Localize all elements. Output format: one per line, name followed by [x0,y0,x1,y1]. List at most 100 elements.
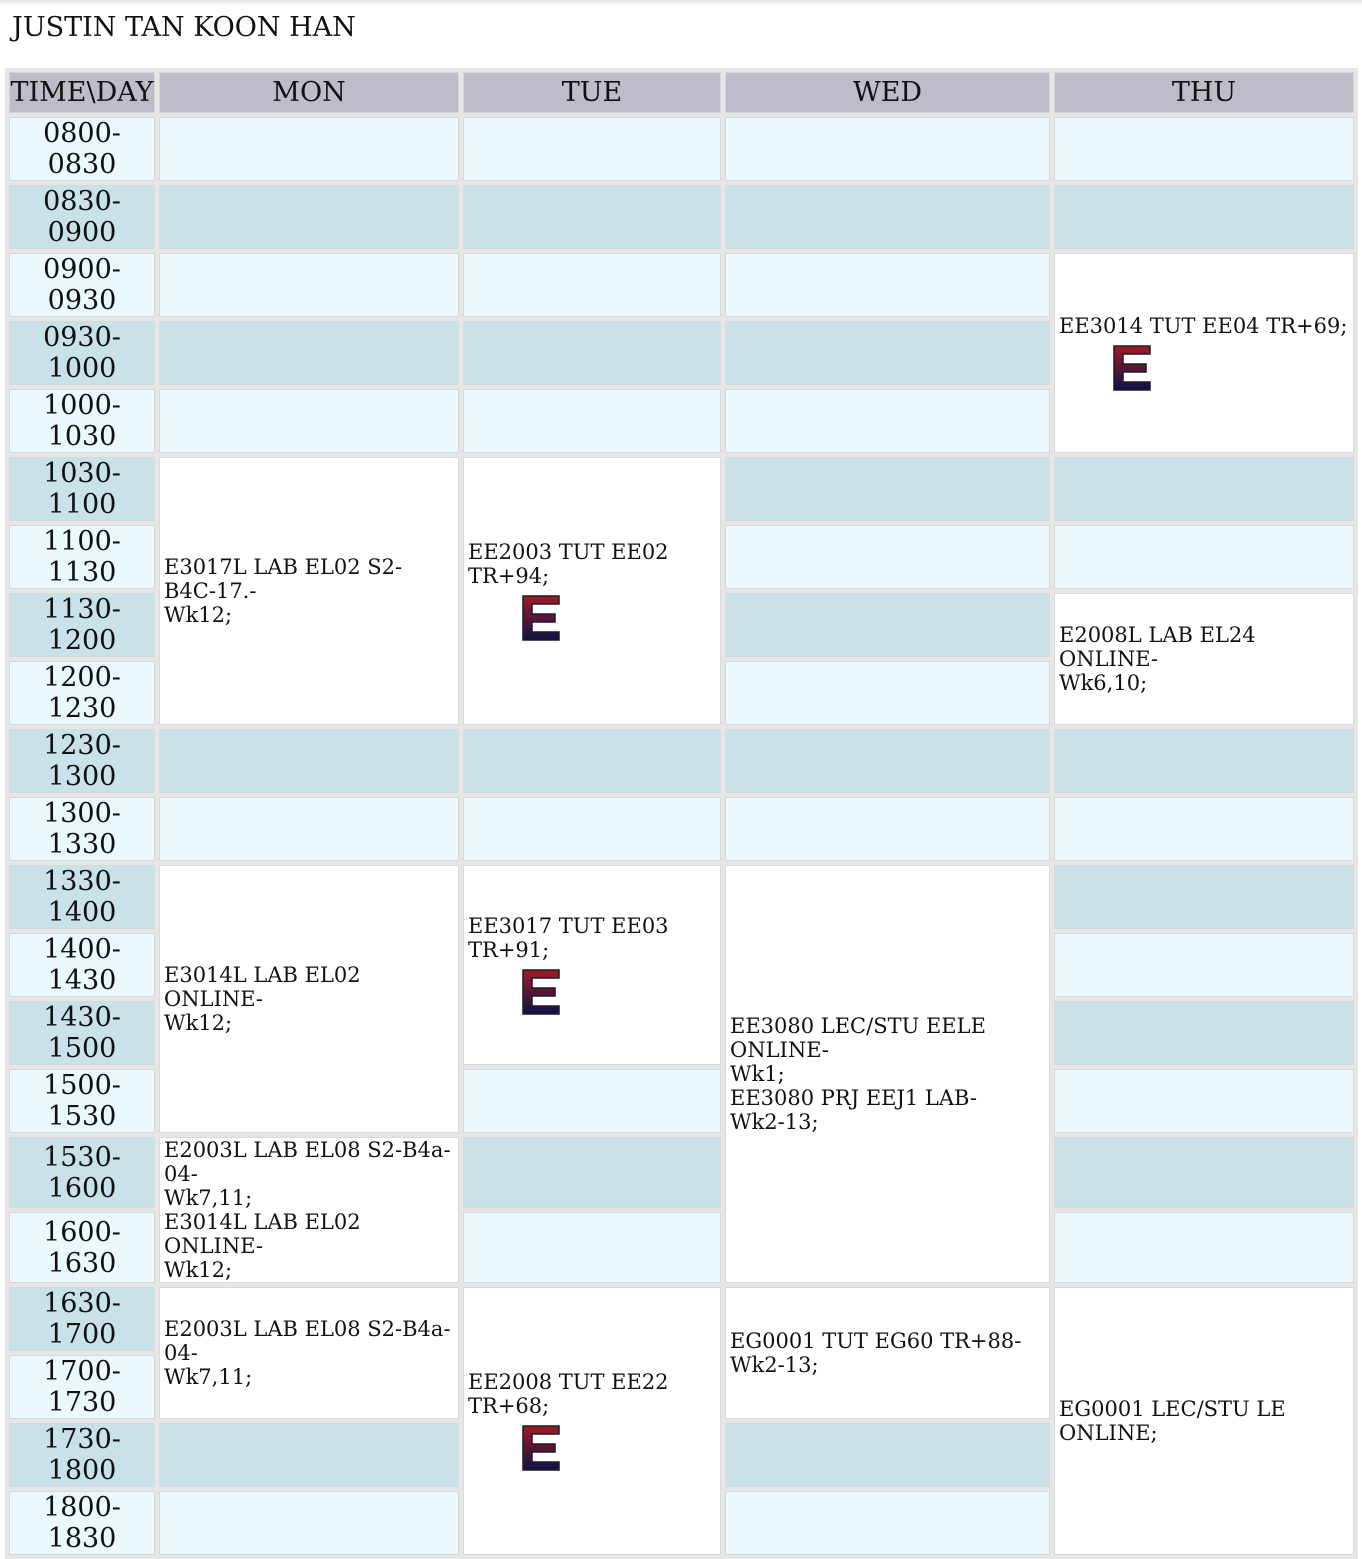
table-row: 1330-1400 E3014L LAB EL02 ONLINE- Wk12; EE3… [9,865,1354,1283]
e-letter-icon [521,594,561,642]
class-event-text: EE2003 TUT EE02 TR+94; [468,540,669,588]
empty-slot-cell [463,253,721,317]
time-slot-cell: 1000-1030 [9,389,155,453]
top-shadow [0,0,1362,6]
empty-slot-cell [725,797,1050,861]
time-slot-cell: 1100-1130 [9,525,155,589]
empty-slot-cell [1054,525,1354,589]
empty-slot-cell [463,1212,721,1283]
table-row: 1630-1700 E2003L LAB EL08 S2-B4a-04- Wk7,1… [9,1287,1354,1555]
class-event-text: EE3080 LEC/STU EELE ONLINE- [730,1014,986,1062]
class-event-text: EE3080 PRJ EEJ1 LAB- [730,1086,977,1110]
empty-slot-cell [725,457,1050,521]
header-tue: TUE [463,72,721,113]
time-slot-cell: 1730-1800 [9,1423,155,1487]
class-event-cell[interactable]: EE3017 TUT EE03 TR+91; [463,865,721,1065]
e-letter-icon [521,1424,561,1472]
empty-slot-cell [159,797,459,861]
class-event-cell[interactable]: EE3014 TUT EE04 TR+69; [1054,253,1354,453]
header-row: TIME\DAY MON TUE WED THU [9,72,1354,113]
empty-slot-cell [725,1491,1050,1555]
e-letter-icon [521,968,561,1016]
class-event-cell[interactable]: EE2003 TUT EE02 TR+94; [463,457,721,725]
class-event-cell[interactable]: EE3080 LEC/STU EELE ONLINE- Wk1; EE3080 PR… [725,865,1050,1283]
empty-slot-cell [1054,797,1354,861]
empty-slot-cell [463,117,721,181]
header-wed: WED [725,72,1050,113]
time-slot-cell: 0830-0900 [9,185,155,249]
class-event-text: Wk6,10; [1059,671,1148,695]
time-slot-cell: 1800-1830 [9,1491,155,1555]
table-row: 0830-0900 [9,185,1354,249]
student-name: JUSTIN TAN KOON HAN [12,12,356,43]
empty-slot-cell [159,389,459,453]
class-event-cell[interactable]: E2008L LAB EL24 ONLINE- Wk6,10; [1054,593,1354,725]
class-event-text: E3014L LAB EL02 ONLINE- [164,963,361,1011]
header-thu: THU [1054,72,1354,113]
time-slot-cell: 0900-0930 [9,253,155,317]
empty-slot-cell [159,253,459,317]
class-event-text: E3017L LAB EL02 S2-B4C-17.- [164,555,403,603]
empty-slot-cell [463,1069,721,1133]
e-letter-icon [1112,344,1152,392]
class-event-text: Wk12; [164,1258,233,1282]
class-event-cell[interactable]: EG0001 TUT EG60 TR+88- Wk2-13; [725,1287,1050,1419]
empty-slot-cell [1054,457,1354,521]
time-slot-cell: 1330-1400 [9,865,155,929]
empty-slot-cell [1054,729,1354,793]
time-slot-cell: 1700-1730 [9,1355,155,1419]
class-event-text: E2008L LAB EL24 ONLINE- [1059,623,1256,671]
empty-slot-cell [159,1423,459,1487]
header-time-day: TIME\DAY [9,72,155,113]
time-slot-cell: 1400-1430 [9,933,155,997]
table-row: 1030-1100 E3017L LAB EL02 S2-B4C-17.- Wk12… [9,457,1354,725]
class-event-text: Wk7,11; [164,1365,253,1389]
time-slot-cell: 0800-0830 [9,117,155,181]
class-event-text: Wk2-13; [730,1353,819,1377]
timetable-body: 0800-0830 0830-0900 0900-0930 EE3014 TUT EE… [9,117,1354,1555]
time-slot-cell: 0930-1000 [9,321,155,385]
class-event-text: E2003L LAB EL08 S2-B4a-04- [164,1317,451,1365]
empty-slot-cell [463,797,721,861]
empty-slot-cell [463,321,721,385]
empty-slot-cell [159,321,459,385]
class-event-cell[interactable]: E2003L LAB EL08 S2-B4a-04- Wk7,11; [159,1287,459,1419]
empty-slot-cell [725,321,1050,385]
class-event-text: EE2008 TUT EE22 TR+68; [468,1370,669,1418]
class-event-text: EE3014 TUT EE04 TR+69; [1059,314,1348,338]
empty-slot-cell [1054,1137,1354,1208]
time-slot-cell: 1430-1500 [9,1001,155,1065]
time-slot-cell: 1500-1530 [9,1069,155,1133]
time-slot-cell: 1230-1300 [9,729,155,793]
empty-slot-cell [159,117,459,181]
class-event-cell[interactable]: E3017L LAB EL02 S2-B4C-17.- Wk12; [159,457,459,725]
empty-slot-cell [1054,117,1354,181]
time-slot-cell: 1530-1600 [9,1137,155,1208]
empty-slot-cell [725,1423,1050,1487]
class-event-cell[interactable]: EG0001 LEC/STU LE ONLINE; [1054,1287,1354,1555]
empty-slot-cell [1054,1069,1354,1133]
class-event-text: EE3017 TUT EE03 TR+91; [468,914,669,962]
table-row: 0800-0830 [9,117,1354,181]
class-event-cell[interactable]: E2003L LAB EL08 S2-B4a-04- Wk7,11; E3014L … [159,1137,459,1283]
table-row: 1530-1600 E2003L LAB EL08 S2-B4a-04- Wk7,1… [9,1137,1354,1283]
empty-slot-cell [725,117,1050,181]
time-slot-cell: 1630-1700 [9,1287,155,1351]
empty-slot-cell [463,185,721,249]
class-event-cell[interactable]: EE2008 TUT EE22 TR+68; [463,1287,721,1555]
empty-slot-cell [1054,185,1354,249]
class-event-text: Wk2-13; [730,1110,819,1134]
time-slot-cell: 1600-1630 [9,1212,155,1283]
table-row: 1230-1300 [9,729,1354,793]
timetable: TIME\DAY MON TUE WED THU 0800-0830 0830-0… [5,68,1358,1559]
empty-slot-cell [725,593,1050,657]
class-event-text: Wk12; [164,603,233,627]
class-event-text: EG0001 TUT EG60 TR+88- [730,1329,1022,1353]
empty-slot-cell [1054,1001,1354,1065]
empty-slot-cell [725,661,1050,725]
empty-slot-cell [1054,1212,1354,1283]
class-event-cell[interactable]: E3014L LAB EL02 ONLINE- Wk12; [159,865,459,1133]
empty-slot-cell [159,729,459,793]
time-slot-cell: 1030-1100 [9,457,155,521]
class-event-text: Wk7,11; [164,1186,253,1210]
